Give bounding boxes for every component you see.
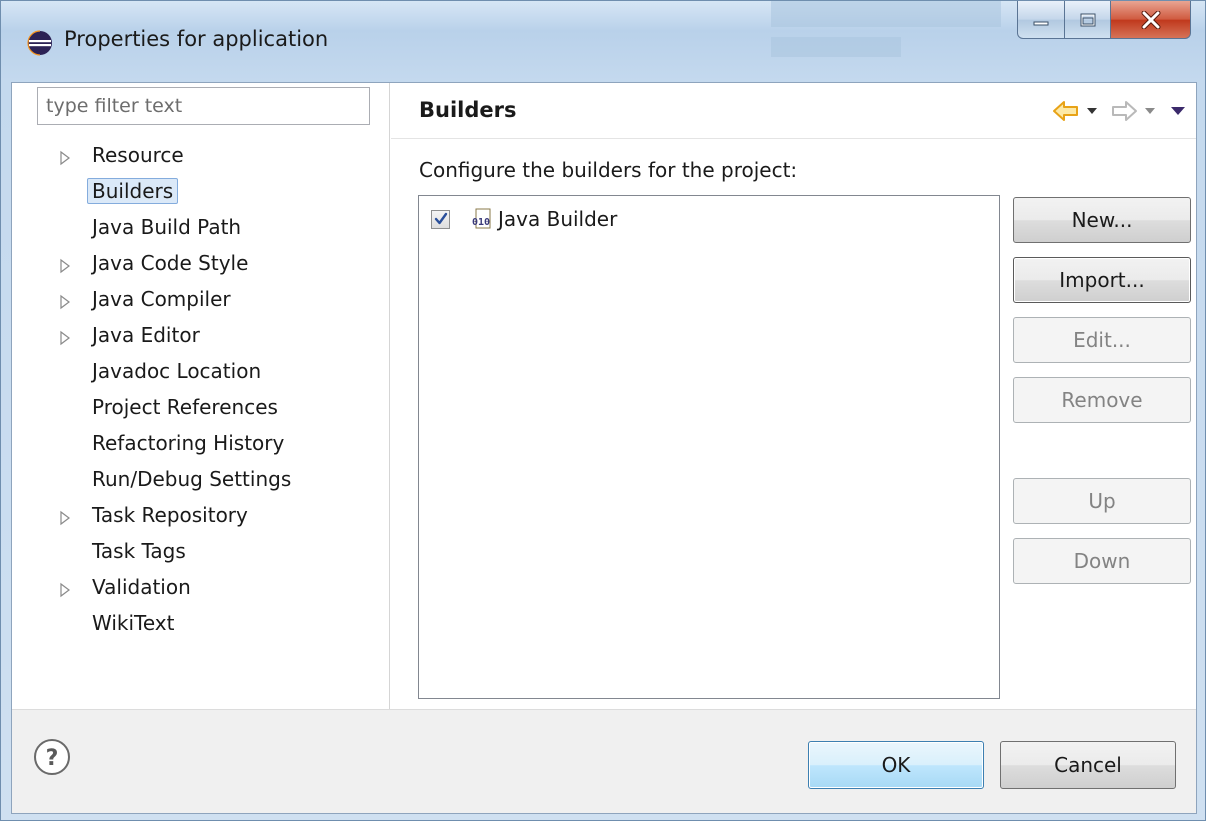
- tree-item-builders[interactable]: Builders: [12, 175, 390, 211]
- preference-tree-pane: Resource Builders Java Build Path Java C…: [12, 83, 390, 709]
- page-title: Builders: [419, 98, 517, 122]
- back-dropdown-icon: [1087, 108, 1097, 114]
- builders-list[interactable]: 010 Java Builder: [418, 195, 1000, 699]
- tree-item-label: Java Build Path: [92, 215, 242, 239]
- tree-item-task-tags[interactable]: Task Tags: [12, 535, 390, 571]
- binary-010-icon: 010: [472, 208, 491, 229]
- view-menu-button[interactable]: [1170, 105, 1186, 117]
- expand-arrow-icon[interactable]: [58, 293, 72, 311]
- maximize-icon: [1080, 13, 1095, 26]
- edit-button[interactable]: Edit...: [1013, 317, 1191, 363]
- dialog-footer: ? OK Cancel: [12, 709, 1196, 813]
- minimize-icon: [1033, 21, 1049, 25]
- expand-arrow-icon[interactable]: [58, 149, 72, 167]
- expand-arrow-icon[interactable]: [58, 509, 72, 527]
- ok-button[interactable]: OK: [808, 741, 984, 789]
- tree-item-label: Java Code Style: [92, 251, 249, 275]
- tree-item-label: Run/Debug Settings: [92, 467, 292, 491]
- remove-button[interactable]: Remove: [1013, 377, 1191, 423]
- tree-item-label: WikiText: [92, 611, 175, 635]
- minimize-button[interactable]: [1017, 1, 1065, 39]
- tree-item-label: Resource: [92, 143, 184, 167]
- builders-page: Builders Configure the builders for the …: [391, 83, 1196, 709]
- back-button[interactable]: [1052, 100, 1080, 122]
- expand-arrow-icon[interactable]: [58, 257, 72, 275]
- forward-arrow-icon: [1112, 101, 1137, 121]
- tree-item-javadoc-location[interactable]: Javadoc Location: [12, 355, 390, 391]
- up-button[interactable]: Up: [1013, 478, 1191, 524]
- close-button[interactable]: [1111, 1, 1191, 39]
- builder-checkbox[interactable]: [431, 209, 450, 229]
- tree-item-label: Validation: [92, 575, 191, 599]
- tree-item-label: Builders: [87, 178, 179, 204]
- window-controls: [1017, 1, 1191, 41]
- down-button[interactable]: Down: [1013, 538, 1191, 584]
- forward-dropdown-icon: [1145, 108, 1155, 114]
- description-label: Configure the builders for the project:: [419, 158, 798, 182]
- tree-item-label: Javadoc Location: [92, 359, 262, 383]
- window-title: Properties for application: [64, 27, 329, 51]
- tree-item-label: Project References: [92, 395, 278, 419]
- tree-item-label: Java Editor: [92, 323, 200, 347]
- eclipse-icon: [27, 30, 52, 56]
- forward-button[interactable]: [1110, 100, 1138, 122]
- tree-item-java-editor[interactable]: Java Editor: [12, 319, 390, 355]
- back-history-dropdown[interactable]: [1086, 106, 1098, 116]
- help-icon[interactable]: ?: [32, 737, 72, 777]
- tree-item-label: Task Tags: [92, 539, 186, 563]
- list-item[interactable]: 010 Java Builder: [431, 206, 617, 232]
- expand-arrow-icon[interactable]: [58, 329, 72, 347]
- back-arrow-icon: [1053, 101, 1078, 121]
- svg-text:?: ?: [46, 746, 59, 771]
- background-window-shadow: [771, 1, 1001, 27]
- tree-item-label: Refactoring History: [92, 431, 285, 455]
- checkmark-icon: [434, 212, 447, 225]
- background-window-shadow-2: [771, 37, 901, 57]
- svg-text:010: 010: [472, 217, 490, 228]
- import-button[interactable]: Import...: [1013, 257, 1191, 303]
- tree-item-validation[interactable]: Validation: [12, 571, 390, 607]
- cancel-button[interactable]: Cancel: [1000, 741, 1176, 789]
- tree-item-java-code-style[interactable]: Java Code Style: [12, 247, 390, 283]
- expand-arrow-icon[interactable]: [58, 581, 72, 599]
- filter-input[interactable]: [37, 87, 370, 125]
- tree-item-run-debug-settings[interactable]: Run/Debug Settings: [12, 463, 390, 499]
- preference-tree[interactable]: Resource Builders Java Build Path Java C…: [12, 139, 390, 643]
- tree-item-label: Java Compiler: [92, 287, 231, 311]
- view-menu-icon: [1171, 107, 1185, 115]
- new-button[interactable]: New...: [1013, 197, 1191, 243]
- properties-dialog: Properties for application type filter t…: [0, 0, 1206, 821]
- dialog-client-area: Resource Builders Java Build Path Java C…: [11, 82, 1197, 814]
- page-navigation: [1046, 93, 1186, 129]
- forward-history-dropdown[interactable]: [1144, 106, 1156, 116]
- title-bar[interactable]: Properties for application: [1, 1, 1206, 81]
- tree-item-java-build-path[interactable]: Java Build Path: [12, 211, 390, 247]
- header-divider: [391, 138, 1196, 139]
- tree-item-refactoring-history[interactable]: Refactoring History: [12, 427, 390, 463]
- tree-item-resource[interactable]: Resource: [12, 139, 390, 175]
- maximize-button[interactable]: [1065, 1, 1111, 39]
- tree-item-wikitext[interactable]: WikiText: [12, 607, 390, 643]
- close-icon: [1141, 10, 1160, 29]
- tree-item-project-references[interactable]: Project References: [12, 391, 390, 427]
- tree-item-java-compiler[interactable]: Java Compiler: [12, 283, 390, 319]
- tree-item-label: Task Repository: [92, 503, 248, 527]
- builder-label: Java Builder: [498, 207, 618, 231]
- tree-item-task-repository[interactable]: Task Repository: [12, 499, 390, 535]
